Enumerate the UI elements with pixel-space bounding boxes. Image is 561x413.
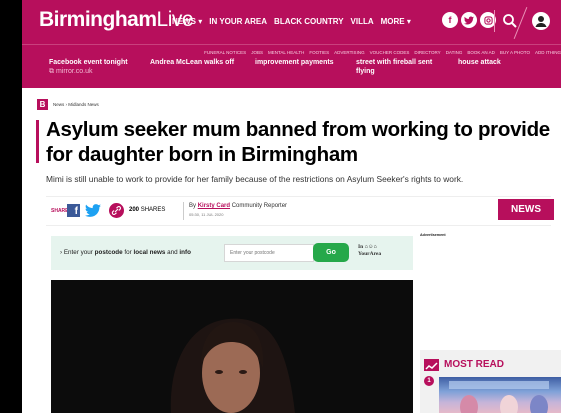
ticker-item[interactable]: house attack: [458, 58, 548, 67]
ticker-item[interactable]: Facebook event tonight ⧉ mirror.co.uk: [49, 58, 149, 76]
link-share-icon[interactable]: [109, 203, 124, 218]
ticker-title: Andrea McLean walks off: [150, 59, 235, 66]
browser-page: BirminghamLive NEWS ▾ IN YOUR AREA BLACK…: [22, 0, 561, 413]
page-title: Asylum seeker mum banned from working to…: [46, 118, 550, 166]
utility-link[interactable]: FUNERAL NOTICES: [204, 50, 246, 55]
ticker-title: Facebook event tonight: [49, 59, 128, 66]
video-player[interactable]: [51, 280, 413, 413]
account-icon[interactable]: [532, 12, 550, 30]
twitter-icon[interactable]: [461, 12, 477, 28]
postcode-prompt: › Enter your postcode for local news and…: [60, 249, 191, 256]
inyourarea-line2: YourArea: [358, 251, 382, 257]
nav-more[interactable]: MORE ▾: [381, 17, 411, 26]
postcode-input[interactable]: [224, 244, 314, 262]
utility-link[interactable]: BUY A PHOTO: [500, 50, 530, 55]
ticker-title: street with fireball sent flying: [356, 59, 433, 75]
byline-prefix: By: [189, 203, 197, 209]
section-news-button[interactable]: NEWS: [498, 199, 554, 220]
most-read-title: MOST READ: [444, 359, 504, 370]
utility-link[interactable]: VOUCHER CODES: [370, 50, 410, 55]
nav-news[interactable]: NEWS ▾: [172, 17, 202, 26]
rank-badge: 1: [424, 376, 434, 386]
nav-divider: [494, 10, 495, 32]
ticker-item[interactable]: improvement payments: [255, 58, 355, 67]
utility-link[interactable]: MENTAL HEALTH: [268, 50, 304, 55]
ticker-source-text: mirror.co.uk: [55, 68, 93, 75]
ticker-item[interactable]: street with fireball sent flying: [356, 58, 446, 76]
facebook-icon[interactable]: f: [442, 12, 458, 28]
facebook-share-icon[interactable]: f: [67, 204, 80, 217]
publish-date: 05:30, 11 JUL 2020: [189, 212, 224, 217]
prompt-bold-news: local news: [133, 249, 166, 256]
share-count-number: 200: [129, 207, 140, 213]
author-link[interactable]: Kirsty Card: [198, 203, 230, 209]
top-nav: BirminghamLive NEWS ▾ IN YOUR AREA BLACK…: [22, 0, 561, 44]
share-bar: SHARE f 200 SHARES By Kirsty Card Commun…: [46, 196, 551, 226]
sub-nav: FUNERAL NOTICES JOBS MENTAL HEALTH FOOTI…: [22, 44, 561, 88]
advertisement-label: Advertisement: [420, 233, 446, 237]
inyourarea-logo[interactable]: In ⌂☺⌂ YourArea: [358, 244, 381, 258]
search-icon[interactable]: [501, 12, 519, 30]
inyourarea-line1: In ⌂☺⌂: [358, 244, 377, 250]
social-links: f: [442, 12, 496, 28]
postcode-widget: › Enter your postcode for local news and…: [51, 236, 413, 270]
prompt-middle: for: [124, 249, 132, 256]
ticker-source: ⧉ mirror.co.uk: [49, 68, 93, 75]
utility-link[interactable]: FOOTIES: [309, 50, 329, 55]
video-frame-image: [51, 280, 413, 413]
brand-b-icon[interactable]: B: [37, 99, 48, 110]
trending-icon: [424, 359, 439, 371]
nav-in-your-area[interactable]: IN YOUR AREA: [209, 17, 267, 26]
utility-link[interactable]: ADD ITHING: [535, 50, 561, 55]
breadcrumb: B News › Midlands News: [37, 99, 99, 110]
site-logo[interactable]: BirminghamLive: [39, 8, 194, 32]
most-read-panel: MOST READ 1: [420, 350, 561, 413]
prompt-bold-postcode: postcode: [94, 249, 123, 256]
ticker-title: house attack: [458, 59, 501, 66]
utility-link[interactable]: DIRECTORY: [414, 50, 440, 55]
ticker-item[interactable]: Andrea McLean walks off: [150, 58, 250, 67]
ticker-title: improvement payments: [255, 59, 334, 66]
prompt-arrow: ›: [60, 249, 63, 256]
prompt-bold-info: info: [179, 249, 191, 256]
utility-link[interactable]: DATING: [446, 50, 463, 55]
utility-link[interactable]: ADVERTISING: [334, 50, 364, 55]
utility-link[interactable]: JOBS: [251, 50, 263, 55]
share-label: SHARE: [51, 208, 69, 214]
headline-accent-bar: [36, 120, 39, 163]
share-count: 200 SHARES: [129, 207, 165, 213]
utility-links: FUNERAL NOTICES JOBS MENTAL HEALTH FOOTI…: [204, 50, 561, 55]
article-standfirst: Mimi is still unable to work to provide …: [46, 174, 464, 184]
prompt-prefix: Enter your: [63, 249, 93, 256]
most-read-thumbnail[interactable]: [439, 377, 561, 413]
breadcrumb-text[interactable]: News › Midlands News: [53, 102, 99, 107]
twitter-share-icon[interactable]: [85, 204, 101, 217]
nav-black-country[interactable]: BLACK COUNTRY: [274, 17, 343, 26]
nav-villa[interactable]: VILLA: [351, 17, 374, 26]
byline: By Kirsty Card Community Reporter: [189, 203, 287, 209]
prompt-suffix: and: [167, 249, 178, 256]
logo-bold: Birmingham: [39, 8, 157, 31]
utility-link[interactable]: BOOK AN AD: [467, 50, 495, 55]
author-role: Community Reporter: [231, 203, 288, 209]
share-count-label: SHARES: [140, 207, 166, 213]
postcode-go-button[interactable]: Go: [313, 243, 349, 262]
nav-links: NEWS ▾ IN YOUR AREA BLACK COUNTRY VILLA …: [172, 17, 411, 26]
share-divider: [183, 202, 184, 220]
